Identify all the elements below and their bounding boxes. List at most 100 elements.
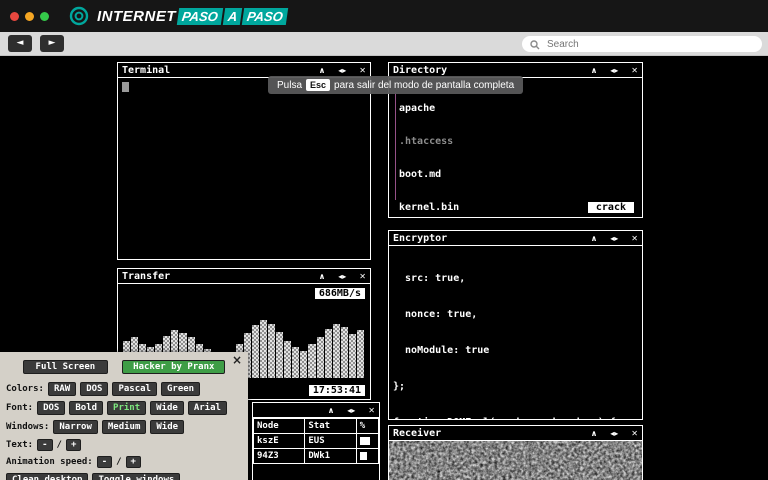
forward-button[interactable]: ►	[40, 35, 64, 52]
brand-text: INTERNET	[97, 8, 176, 25]
nodes-body: Node Stat % kszE EUS 94Z3 DWk1	[253, 418, 379, 480]
font-print-button[interactable]: Print	[107, 401, 146, 415]
toggle-windows-button[interactable]: Toggle windows	[92, 473, 180, 480]
close-icon[interactable]: ✕	[631, 429, 638, 438]
tooltip-text-post: para salir del modo de pantalla completa	[334, 80, 514, 91]
windows-wide-button[interactable]: Wide	[150, 420, 184, 434]
font-wide-button[interactable]: Wide	[150, 401, 184, 415]
esc-keycap: Esc	[306, 79, 330, 91]
terminal-title: Terminal	[122, 65, 170, 76]
text-size-label: Text:	[6, 440, 33, 450]
search-input[interactable]	[545, 38, 754, 51]
pct-cell	[356, 449, 378, 464]
tree-item: .htaccess	[399, 136, 638, 147]
receiver-title: Receiver	[393, 428, 441, 439]
receiver-window: Receiver ∧ ◂▸ ✕	[388, 425, 643, 480]
search-box[interactable]	[522, 36, 762, 52]
anim-slash: /	[116, 457, 121, 467]
font-arial-button[interactable]: Arial	[188, 401, 227, 415]
hacker-by-pranx-button[interactable]: Hacker by Pranx	[122, 360, 225, 374]
code-line: function DOMEval( code, node, doc ) {	[393, 417, 638, 420]
encryptor-titlebar[interactable]: Encryptor ∧ ◂▸ ✕	[389, 231, 642, 246]
collapse-icon[interactable]: ∧	[328, 406, 335, 415]
resize-icon[interactable]: ◂▸	[347, 406, 355, 415]
stat-cell: DWk1	[305, 449, 356, 464]
directory-body: apache .htaccess boot.md kernel.bin boot…	[389, 78, 642, 218]
nodes-window: ∧ ◂▸ ✕ Node Stat % kszE EUS	[252, 402, 380, 480]
stat-cell: EUS	[305, 434, 356, 449]
nodes-header-node: Node	[254, 419, 305, 434]
site-header: INTERNET PASO A PASO	[0, 0, 768, 32]
encryptor-window: Encryptor ∧ ◂▸ ✕ src: true, nonce: true,…	[388, 230, 643, 420]
transfer-titlebar[interactable]: Transfer ∧ ◂▸ ✕	[118, 269, 370, 284]
brand-block-a: A	[223, 8, 243, 25]
window-dot-yellow-icon	[25, 12, 34, 21]
receiver-static	[389, 441, 642, 480]
color-pascal-button[interactable]: Pascal	[112, 382, 157, 396]
resize-icon[interactable]: ◂▸	[338, 66, 346, 75]
collapse-icon[interactable]: ∧	[591, 234, 598, 243]
collapse-icon[interactable]: ∧	[591, 66, 598, 75]
encryptor-body: src: true, nonce: true, noModule: true }…	[389, 246, 642, 420]
resize-icon[interactable]: ◂▸	[610, 234, 618, 243]
directory-title: Directory	[393, 65, 447, 76]
brand-logo-icon	[69, 6, 89, 26]
resize-icon[interactable]: ◂▸	[610, 429, 618, 438]
progress-bar	[360, 452, 367, 460]
transfer-title: Transfer	[122, 271, 170, 282]
terminal-cursor	[122, 82, 129, 92]
resize-icon[interactable]: ◂▸	[338, 272, 346, 281]
receiver-titlebar[interactable]: Receiver ∧ ◂▸ ✕	[389, 426, 642, 441]
search-icon	[530, 35, 540, 54]
tree-item: boot.md	[399, 169, 638, 180]
crack-button[interactable]: crack	[588, 202, 634, 213]
full-screen-button[interactable]: Full Screen	[23, 360, 109, 374]
tooltip-text-pre: Pulsa	[277, 80, 302, 91]
text-minus-button[interactable]: -	[37, 439, 52, 451]
terminal-body[interactable]	[118, 78, 370, 260]
code-line: };	[393, 381, 638, 393]
nodes-header-stat: Stat	[305, 419, 356, 434]
clean-desktop-button[interactable]: Clean desktop	[6, 473, 88, 480]
hacker-desktop: Terminal ∧ ◂▸ ✕ Directory ∧ ◂▸ ✕	[0, 56, 768, 480]
colors-label: Colors:	[6, 384, 44, 394]
color-raw-button[interactable]: RAW	[48, 382, 76, 396]
close-icon[interactable]: ✕	[359, 66, 366, 75]
anim-plus-button[interactable]: +	[126, 456, 141, 468]
window-dot-green-icon	[40, 12, 49, 21]
back-button[interactable]: ◄	[8, 35, 32, 52]
collapse-icon[interactable]: ∧	[319, 272, 326, 281]
windows-medium-button[interactable]: Medium	[102, 420, 147, 434]
color-dos-button[interactable]: DOS	[80, 382, 108, 396]
encryptor-title: Encryptor	[393, 233, 447, 244]
progress-bar	[360, 437, 371, 445]
brand-block-paso1: PASO	[177, 8, 223, 25]
tree-guide-line	[395, 92, 396, 200]
window-dot-red-icon	[10, 12, 19, 21]
nodes-titlebar[interactable]: ∧ ◂▸ ✕	[253, 403, 379, 418]
nodes-table: Node Stat % kszE EUS 94Z3 DWk1	[253, 418, 379, 464]
transfer-speed-badge: 686MB/s	[315, 288, 365, 299]
code-line: src: true,	[393, 273, 638, 285]
settings-close-icon[interactable]: ×	[232, 353, 242, 367]
color-green-button[interactable]: Green	[161, 382, 200, 396]
browser-toolbar: ◄ ►	[0, 32, 768, 56]
text-plus-button[interactable]: +	[66, 439, 81, 451]
font-dos-button[interactable]: DOS	[37, 401, 65, 415]
windows-narrow-button[interactable]: Narrow	[53, 420, 98, 434]
brand-block-paso2: PASO	[242, 8, 288, 25]
collapse-icon[interactable]: ∧	[319, 66, 326, 75]
font-bold-button[interactable]: Bold	[69, 401, 103, 415]
node-cell: 94Z3	[254, 449, 305, 464]
code-line: noModule: true	[393, 345, 638, 357]
node-cell: kszE	[254, 434, 305, 449]
resize-icon[interactable]: ◂▸	[610, 66, 618, 75]
font-label: Font:	[6, 403, 33, 413]
close-icon[interactable]: ✕	[631, 66, 638, 75]
screen: INTERNET PASO A PASO ◄ ► Terminal ∧	[0, 0, 768, 480]
collapse-icon[interactable]: ∧	[591, 429, 598, 438]
anim-minus-button[interactable]: -	[97, 456, 112, 468]
close-icon[interactable]: ✕	[631, 234, 638, 243]
close-icon[interactable]: ✕	[359, 272, 366, 281]
close-icon[interactable]: ✕	[368, 406, 375, 415]
